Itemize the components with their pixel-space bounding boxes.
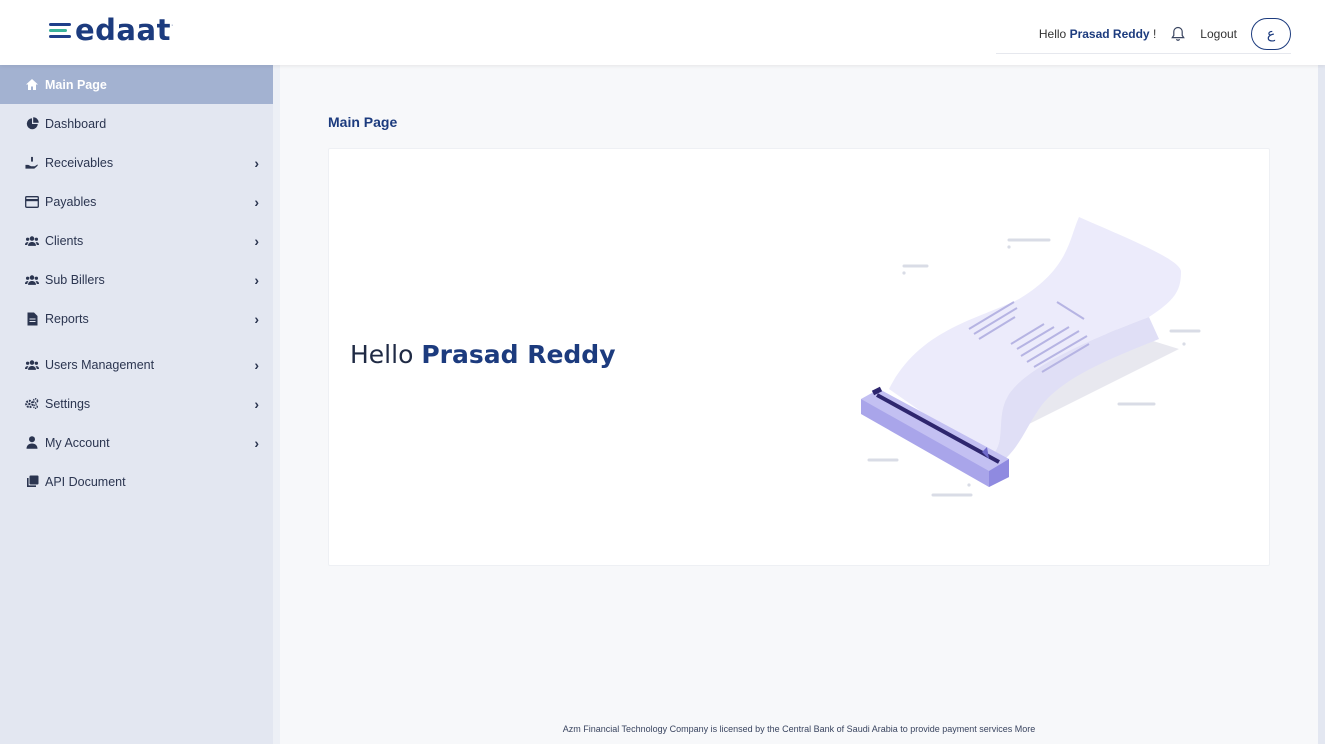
edaat-logo[interactable]: edaat ·: [49, 16, 173, 45]
top-header: edaat · Hello Prasad Reddy ! Logout ع: [0, 0, 1325, 65]
hand-coin-icon: [25, 156, 39, 170]
sidebar-item-label: Settings: [45, 396, 91, 411]
sidebar-item-label: Receivables: [45, 155, 114, 170]
sidebar-item-label: Dashboard: [45, 116, 107, 131]
logo-bars-icon: [49, 23, 71, 38]
welcome-card: Hello Prasad Reddy: [328, 148, 1270, 566]
sidebar-item-label: Reports: [45, 311, 89, 326]
chevron-right-icon: ›: [254, 310, 259, 327]
file-icon: [25, 312, 39, 326]
chevron-right-icon: ›: [254, 193, 259, 210]
sidebar-item-label: My Account: [45, 435, 110, 450]
credit-card-icon: [25, 195, 39, 209]
sidebar-item-label: Sub Billers: [45, 272, 105, 287]
sidebar-item-label: Users Management: [45, 357, 155, 372]
chevron-right-icon: ›: [254, 271, 259, 288]
chevron-right-icon: ›: [254, 434, 259, 451]
chevron-right-icon: ›: [254, 356, 259, 373]
chevron-right-icon: ›: [254, 154, 259, 171]
users-icon: [25, 273, 39, 287]
user-icon: [25, 436, 39, 450]
bell-icon[interactable]: [1170, 25, 1186, 43]
sidebar-item-sub-billers[interactable]: Sub Billers ›: [0, 260, 273, 299]
chevron-right-icon: ›: [254, 395, 259, 412]
sidebar-item-main-page[interactable]: Main Page: [0, 65, 273, 104]
users-icon: [25, 234, 39, 248]
welcome-greeting-prefix: Hello: [350, 340, 414, 369]
home-icon: [25, 78, 39, 92]
header-greeting: Hello Prasad Reddy !: [1039, 27, 1156, 41]
user-area: Hello Prasad Reddy ! Logout ع: [996, 14, 1291, 54]
sidebar-item-reports[interactable]: Reports ›: [0, 299, 273, 338]
content-left-edge: [273, 65, 280, 744]
sidebar-item-label: Payables: [45, 194, 97, 209]
language-toggle-button[interactable]: ع: [1251, 17, 1291, 50]
page-title: Main Page: [328, 114, 398, 130]
header-user-name: Prasad Reddy: [1069, 26, 1150, 41]
receipt-printer-illustration: [861, 217, 1201, 497]
sidebar: Main Page Dashboard Receivables › Payabl…: [0, 65, 273, 744]
scrollbar[interactable]: [1318, 65, 1325, 744]
sidebar-item-api-document[interactable]: API Document: [0, 462, 273, 501]
header-greeting-prefix: Hello: [1038, 26, 1067, 41]
sidebar-item-receivables[interactable]: Receivables ›: [0, 143, 273, 182]
sidebar-item-users-management[interactable]: Users Management ›: [0, 345, 273, 384]
sidebar-item-label: API Document: [45, 474, 126, 489]
welcome-greeting: Hello Prasad Reddy: [350, 340, 616, 369]
welcome-user-name: Prasad Reddy: [421, 340, 616, 369]
logo-mark: ·: [170, 22, 174, 29]
sidebar-item-clients[interactable]: Clients ›: [0, 221, 273, 260]
sidebar-item-my-account[interactable]: My Account ›: [0, 423, 273, 462]
logo-text: edaat: [75, 13, 171, 47]
sidebar-item-label: Clients: [45, 233, 84, 248]
sidebar-item-payables[interactable]: Payables ›: [0, 182, 273, 221]
sidebar-item-settings[interactable]: Settings ›: [0, 384, 273, 423]
copy-icon: [25, 475, 39, 489]
footer-license-text: Azm Financial Technology Company is lice…: [562, 724, 1036, 734]
header-greeting-suffix: !: [1152, 26, 1157, 41]
sidebar-item-dashboard[interactable]: Dashboard: [0, 104, 273, 143]
sidebar-item-label: Main Page: [45, 77, 107, 92]
users-icon: [25, 358, 39, 372]
gears-icon: [25, 397, 39, 411]
chevron-right-icon: ›: [254, 232, 259, 249]
pie-chart-icon: [25, 117, 39, 131]
logout-link[interactable]: Logout: [1200, 27, 1237, 41]
